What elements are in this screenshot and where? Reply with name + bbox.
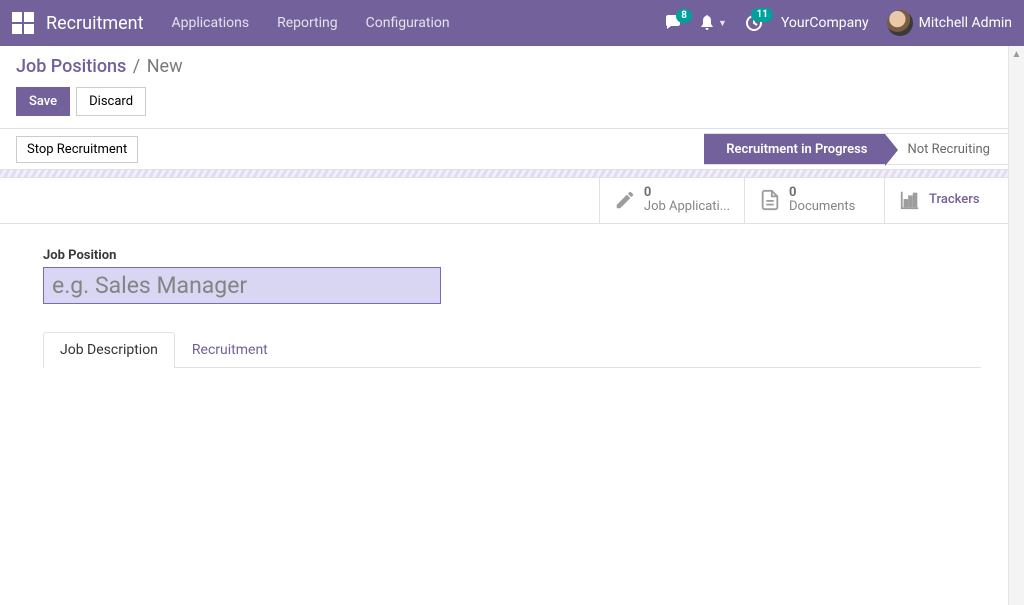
activities-icon[interactable]: 11 [745, 14, 763, 32]
statusbar-row: Stop Recruitment Recruitment in Progress… [0, 128, 1024, 170]
stat-count: 0 [789, 186, 855, 200]
job-position-input[interactable] [43, 267, 441, 304]
control-panel: Job Positions / New Save Discard [0, 46, 1024, 116]
tab-recruitment[interactable]: Recruitment [175, 332, 285, 367]
scroll-up-icon[interactable]: ▲ [1009, 46, 1024, 62]
menu-reporting[interactable]: Reporting [277, 15, 338, 31]
top-navbar: Recruitment Applications Reporting Confi… [0, 0, 1024, 46]
form-hatched-bar [0, 170, 1024, 178]
tab-job-description[interactable]: Job Description [43, 332, 175, 368]
stat-trackers[interactable]: Trackers [884, 178, 1024, 223]
document-icon [759, 189, 781, 211]
pencil-icon [614, 189, 636, 211]
caret-down-icon: ▼ [718, 18, 727, 29]
navbar-right: 8 ▼ 11 YourCompany Mitchell Admin [664, 10, 1012, 36]
company-selector[interactable]: YourCompany [781, 15, 869, 31]
breadcrumb-current: New [147, 56, 183, 77]
breadcrumb-parent[interactable]: Job Positions [16, 56, 126, 77]
stage-not-recruiting[interactable]: Not Recruiting [885, 133, 1008, 165]
stat-label: Job Applicati... [644, 200, 730, 214]
stat-label: Documents [789, 200, 855, 214]
stat-job-applications[interactable]: 0 Job Applicati... [599, 178, 744, 223]
user-menu[interactable]: Mitchell Admin [887, 10, 1012, 36]
stat-count: 0 [644, 186, 730, 200]
breadcrumb-separator: / [133, 56, 140, 77]
navbar-menu: Applications Reporting Configuration [172, 15, 450, 31]
menu-applications[interactable]: Applications [172, 15, 250, 31]
user-name: Mitchell Admin [919, 15, 1012, 31]
save-button[interactable]: Save [16, 87, 70, 116]
stat-documents[interactable]: 0 Documents [744, 178, 884, 223]
job-position-label: Job Position [43, 248, 981, 263]
notifications-icon[interactable]: ▼ [700, 15, 727, 31]
apps-icon[interactable] [12, 12, 34, 34]
scrollbar[interactable]: ▲ [1008, 46, 1024, 605]
stat-label: Trackers [929, 193, 980, 207]
breadcrumb: Job Positions / New [16, 56, 1008, 77]
menu-configuration[interactable]: Configuration [366, 15, 450, 31]
discard-button[interactable]: Discard [76, 87, 146, 116]
cp-buttons: Save Discard [16, 87, 1008, 116]
stage-label: Recruitment in Progress [726, 142, 867, 157]
stage-label: Not Recruiting [907, 142, 990, 157]
messages-badge: 8 [676, 9, 692, 23]
activities-badge: 11 [751, 8, 772, 22]
chart-icon [899, 189, 921, 211]
form-tabs: Job Description Recruitment [43, 332, 981, 368]
avatar [887, 10, 913, 36]
messages-icon[interactable]: 8 [664, 15, 682, 31]
form-sheet: Job Position Job Description Recruitment [9, 224, 1015, 392]
stat-button-row: 0 Job Applicati... 0 Documents Trackers [0, 178, 1024, 224]
stop-recruitment-button[interactable]: Stop Recruitment [16, 136, 138, 163]
statusbar-stages: Recruitment in Progress Not Recruiting [704, 129, 1008, 169]
stage-recruitment-in-progress[interactable]: Recruitment in Progress [704, 133, 885, 165]
app-title[interactable]: Recruitment [46, 13, 144, 34]
